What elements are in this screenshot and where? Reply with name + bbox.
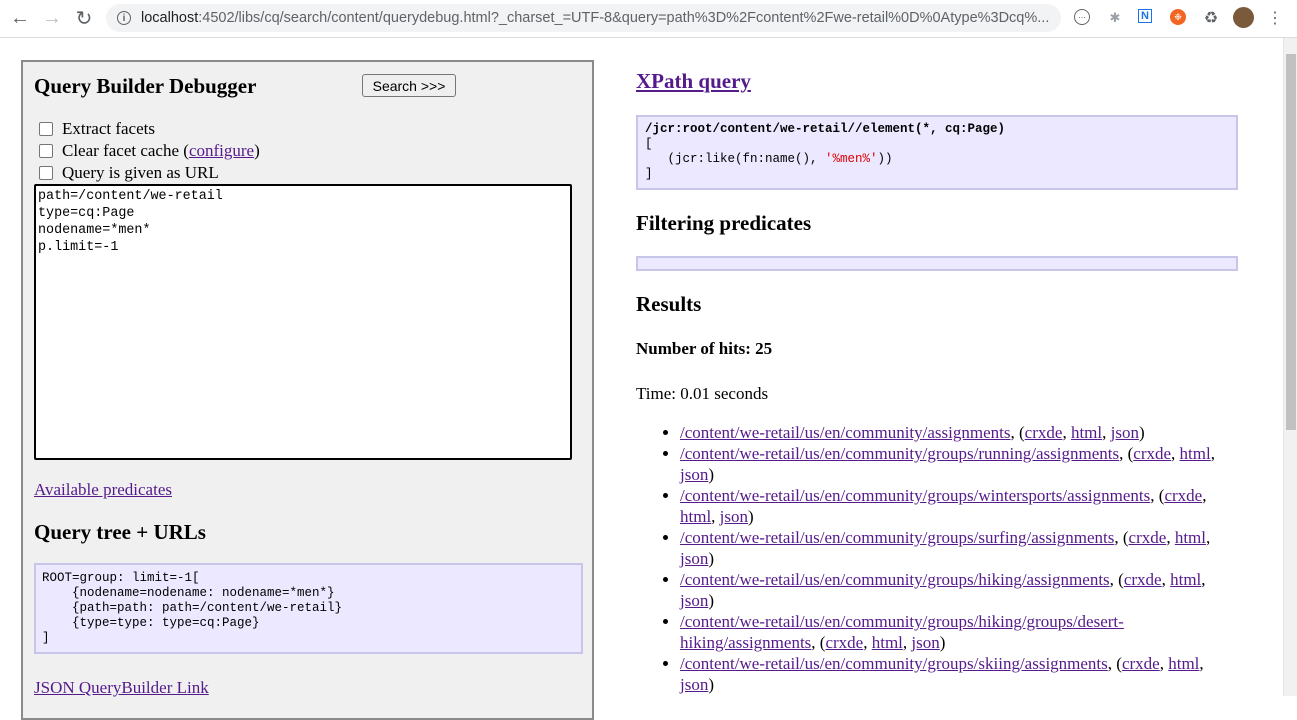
crxde-link[interactable]: crxde — [1164, 486, 1202, 505]
result-path-link[interactable]: /content/we-retail/us/en/community/group… — [680, 444, 1119, 463]
crxde-link[interactable]: crxde — [825, 633, 863, 652]
clear-facet-cache-option[interactable]: Clear facet cache (configure) — [39, 141, 260, 161]
results-list: /content/we-retail/us/en/community/assig… — [636, 422, 1240, 695]
url-text: localhost:4502/libs/cq/search/content/qu… — [141, 10, 1050, 26]
query-as-url-option[interactable]: Query is given as URL — [39, 163, 219, 183]
list-item: /content/we-retail/us/en/community/group… — [680, 653, 1240, 695]
json-link[interactable]: json — [680, 465, 708, 484]
query-tree-heading: Query tree + URLs — [34, 520, 206, 544]
filtering-predicates-box — [636, 256, 1238, 271]
site-info-icon[interactable]: i — [117, 11, 131, 25]
html-link[interactable]: html — [1071, 423, 1102, 442]
crxde-link[interactable]: crxde — [1025, 423, 1063, 442]
extract-facets-label: Extract facets — [62, 119, 155, 138]
extract-facets-checkbox[interactable] — [39, 122, 53, 136]
address-bar[interactable]: i localhost:4502/libs/cq/search/content/… — [106, 4, 1061, 32]
list-item: /content/we-retail/us/en/community/group… — [680, 527, 1240, 569]
result-path-link[interactable]: /content/we-retail/us/en/community/group… — [680, 654, 1108, 673]
available-predicates-link[interactable]: Available predicates — [34, 480, 172, 500]
query-as-url-label: Query is given as URL — [62, 163, 219, 182]
html-link[interactable]: html — [1168, 654, 1199, 673]
extension-icon[interactable]: N — [1138, 9, 1152, 23]
extension-icon[interactable]: ✱ — [1106, 9, 1124, 27]
json-link[interactable]: json — [1111, 423, 1139, 442]
json-link[interactable]: json — [680, 591, 708, 610]
list-item: /content/we-retail/us/en/community/group… — [680, 443, 1240, 485]
result-path-link[interactable]: /content/we-retail/us/en/community/assig… — [680, 423, 1011, 442]
list-item: /content/we-retail/us/en/community/assig… — [680, 422, 1240, 443]
json-link[interactable]: json — [911, 633, 939, 652]
filtering-predicates-heading: Filtering predicates — [636, 211, 812, 235]
query-as-url-checkbox[interactable] — [39, 166, 53, 180]
list-item: /content/we-retail/us/en/community/group… — [680, 485, 1240, 527]
query-time: Time: 0.01 seconds — [636, 384, 769, 403]
html-link[interactable]: html — [872, 633, 903, 652]
search-button[interactable]: Search >>> — [362, 74, 456, 97]
page-title: Query Builder Debugger — [34, 74, 257, 98]
query-textarea[interactable]: path=/content/we-retail type=cq:Page nod… — [34, 184, 572, 460]
result-path-link[interactable]: /content/we-retail/us/en/community/group… — [680, 528, 1114, 547]
crxde-link[interactable]: crxde — [1129, 528, 1167, 547]
crxde-link[interactable]: crxde — [1124, 570, 1162, 589]
extension-icon[interactable]: ❉ — [1170, 9, 1186, 25]
html-link[interactable]: html — [1175, 528, 1206, 547]
configure-link[interactable]: configure — [189, 141, 254, 160]
query-tree-box: ROOT=group: limit=-1[ {nodename=nodename… — [34, 563, 583, 654]
list-item: /content/we-retail/us/en/community/group… — [680, 611, 1240, 653]
result-path-link[interactable]: /content/we-retail/us/en/community/group… — [680, 570, 1110, 589]
clear-facet-cache-label: Clear facet cache (configure) — [62, 141, 260, 160]
xpath-query-link[interactable]: XPath query — [636, 69, 751, 94]
xpath-query-box: /jcr:root/content/we-retail//element(*, … — [636, 115, 1238, 190]
number-of-hits: Number of hits: 25 — [636, 339, 773, 358]
query-builder-panel: Query Builder Debugger Search >>> Extrac… — [21, 60, 594, 720]
back-icon[interactable]: ← — [7, 5, 33, 31]
results-heading: Results — [636, 292, 702, 316]
puzzle-icon[interactable]: ♻ — [1202, 9, 1220, 27]
html-link[interactable]: html — [1180, 444, 1211, 463]
html-link[interactable]: html — [680, 507, 711, 526]
extension-icon[interactable]: ⋯ — [1074, 9, 1090, 25]
scrollbar-thumb[interactable] — [1286, 54, 1296, 430]
forward-icon[interactable]: → — [39, 5, 65, 31]
avatar[interactable] — [1233, 7, 1254, 28]
json-link[interactable]: json — [680, 675, 708, 694]
extract-facets-option[interactable]: Extract facets — [39, 119, 155, 139]
crxde-link[interactable]: crxde — [1122, 654, 1160, 673]
clear-facet-cache-checkbox[interactable] — [39, 144, 53, 158]
menu-icon[interactable]: ⋮ — [1266, 9, 1284, 27]
html-link[interactable]: html — [1170, 570, 1201, 589]
page-scrollbar[interactable] — [1283, 38, 1297, 696]
crxde-link[interactable]: crxde — [1133, 444, 1171, 463]
reload-icon[interactable]: ↻ — [71, 5, 97, 31]
json-querybuilder-link[interactable]: JSON QueryBuilder Link — [34, 678, 209, 698]
browser-toolbar: ← → ↻ i localhost:4502/libs/cq/search/co… — [0, 0, 1297, 38]
json-link[interactable]: json — [680, 549, 708, 568]
json-link[interactable]: json — [720, 507, 748, 526]
list-item: /content/we-retail/us/en/community/group… — [680, 569, 1240, 611]
result-path-link[interactable]: /content/we-retail/us/en/community/group… — [680, 486, 1150, 505]
